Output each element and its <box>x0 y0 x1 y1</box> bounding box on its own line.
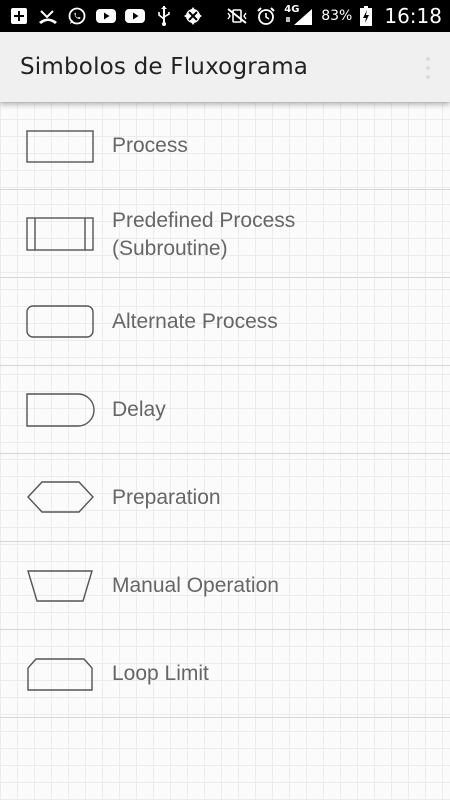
notification-icons <box>8 6 204 26</box>
list-item-label: Predefined Process (Subroutine) <box>112 209 296 260</box>
list-item-manual-operation[interactable]: Manual Operation <box>0 542 450 630</box>
list-item-predefined-process[interactable]: Predefined Process (Subroutine) <box>0 190 450 278</box>
list-item-alternate-process[interactable]: Alternate Process <box>0 278 450 366</box>
alternate-process-symbol-icon <box>26 304 96 340</box>
overflow-menu-icon[interactable] <box>420 52 436 84</box>
process-symbol-icon <box>26 128 96 164</box>
missed-call-icon <box>37 7 59 25</box>
manual-operation-symbol-icon <box>26 568 96 604</box>
list-item-delay[interactable]: Delay <box>0 366 450 454</box>
signal-icon: 4G <box>284 4 314 25</box>
menu-dot <box>426 57 430 61</box>
youtube-icon <box>95 7 117 25</box>
status-bar: 4G 83% 16:18 <box>0 0 450 32</box>
menu-dot <box>426 66 430 70</box>
list-item-process[interactable]: Process <box>0 102 450 190</box>
list-item-label: Delay <box>112 398 166 421</box>
list-item-label: Manual Operation <box>112 574 279 597</box>
list-item-preparation[interactable]: Preparation <box>0 454 450 542</box>
loop-limit-symbol-icon <box>26 656 96 692</box>
symbol-list: Process Predefined Process (Subroutine) … <box>0 102 450 718</box>
whatsapp-icon <box>66 7 88 25</box>
preparation-symbol-icon <box>26 480 96 516</box>
battery-percent: 83% <box>321 8 353 24</box>
alarm-icon <box>255 7 277 25</box>
app-title: Simbolos de Fluxograma <box>20 54 309 80</box>
usb-icon <box>153 6 175 26</box>
app-bar: Simbolos de Fluxograma <box>0 32 450 102</box>
settings-alert-icon <box>182 7 204 25</box>
delay-symbol-icon <box>26 392 96 428</box>
system-indicators: 4G 83% 16:18 <box>226 4 442 28</box>
symbol-list-area: Process Predefined Process (Subroutine) … <box>0 102 450 800</box>
predefined-process-symbol-icon <box>26 216 96 252</box>
list-item-label: Preparation <box>112 486 221 509</box>
list-item-loop-limit[interactable]: Loop Limit <box>0 630 450 718</box>
clock: 16:18 <box>384 4 442 28</box>
vibrate-icon <box>226 7 248 25</box>
list-item-label: Loop Limit <box>112 662 209 685</box>
list-item-label: Process <box>112 134 188 157</box>
battery-charging-icon <box>359 6 373 26</box>
network-type-label: 4G <box>284 4 300 15</box>
list-item-label: Alternate Process <box>112 310 278 333</box>
add-box-icon <box>8 7 30 25</box>
menu-dot <box>426 75 430 79</box>
youtube-icon <box>124 7 146 25</box>
